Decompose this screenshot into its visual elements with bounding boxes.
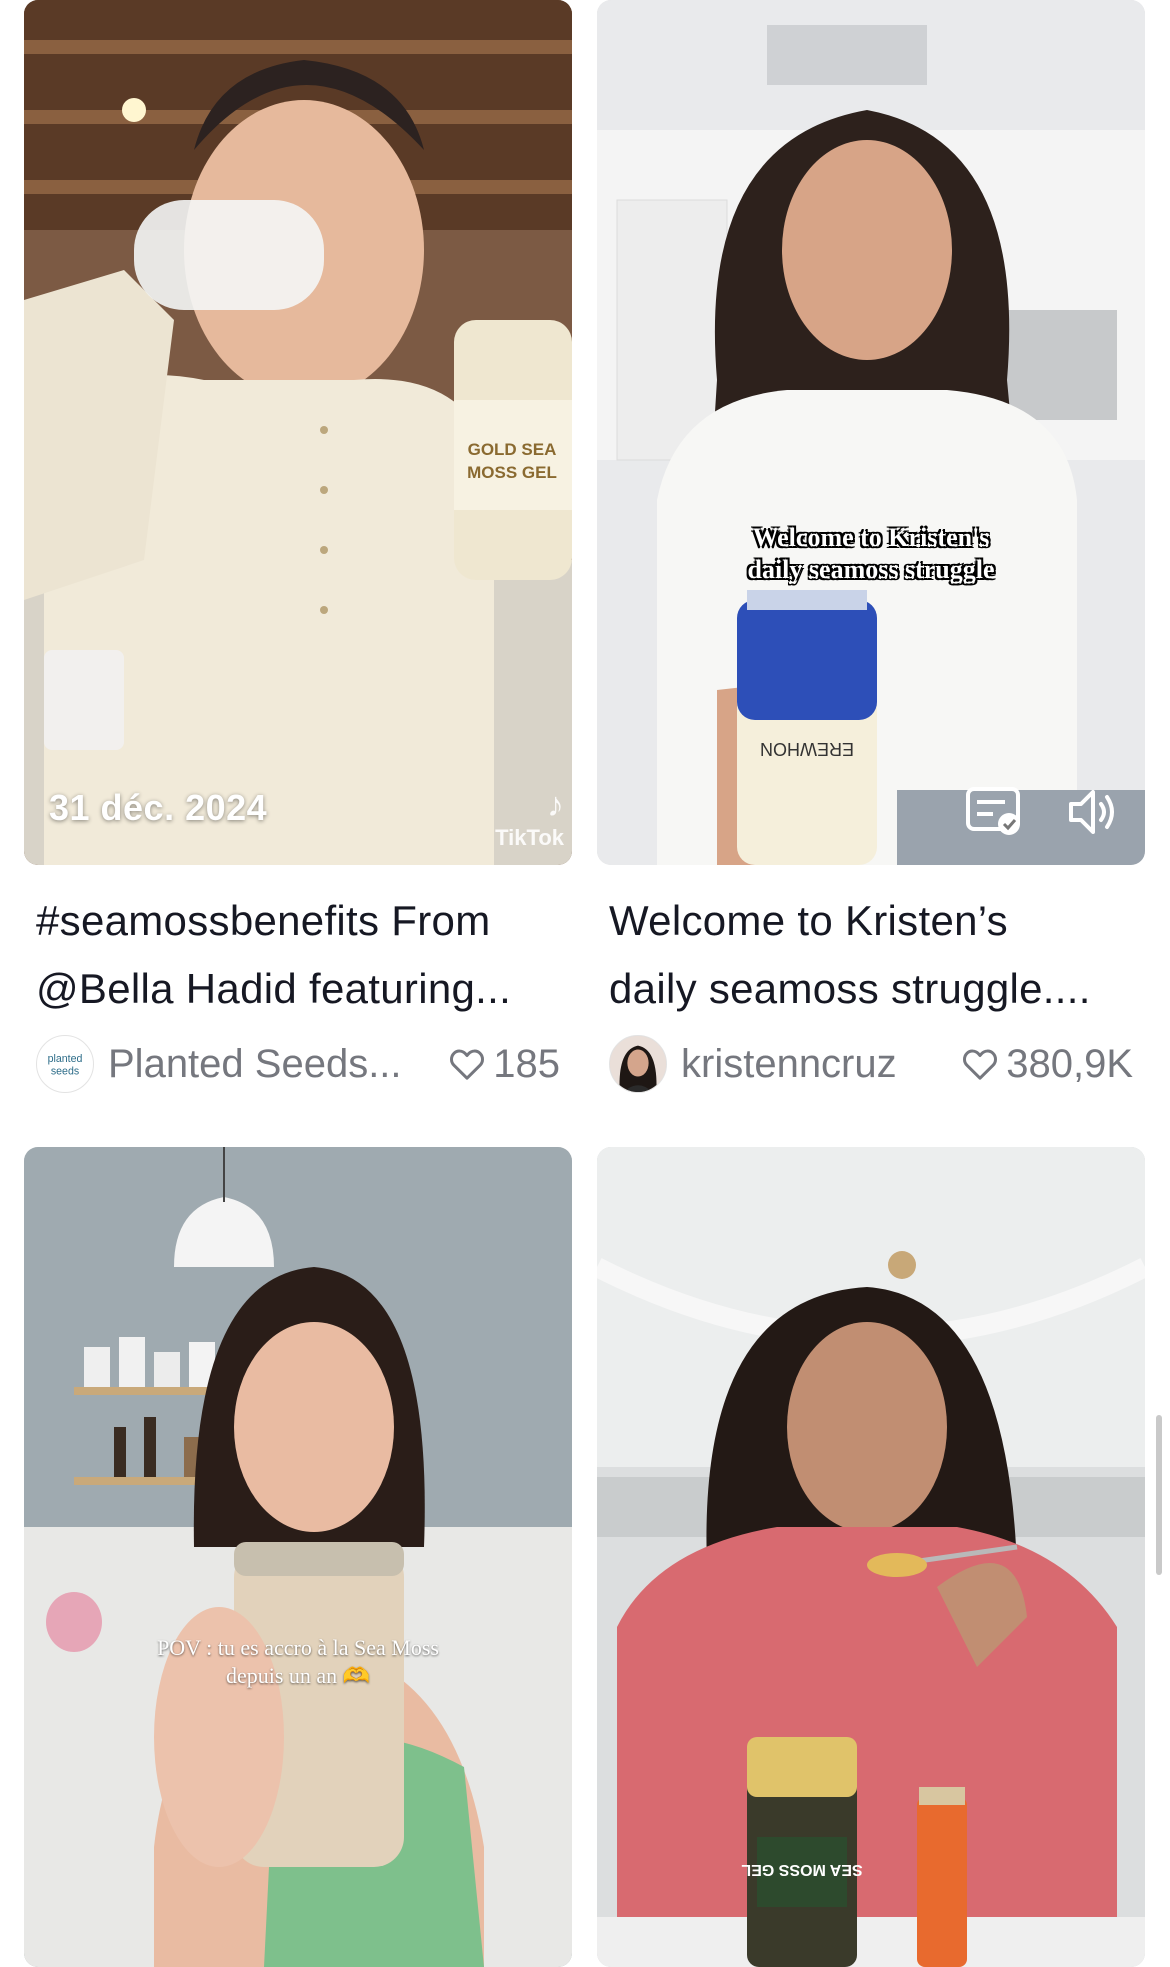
thumbnail-image: EREWHON <box>597 0 1145 865</box>
video-thumbnail[interactable]: EREWHON Welcome to Kristen's daily seamo… <box>597 0 1145 865</box>
svg-text:MOSS GEL: MOSS GEL <box>467 463 557 482</box>
video-title[interactable]: Welcome to Kristen’s daily seamoss strug… <box>609 887 1133 1023</box>
captions-button[interactable] <box>965 786 1025 843</box>
heart-outline-icon <box>450 1049 485 1080</box>
heart-outline-icon <box>963 1049 998 1080</box>
caption-line: daily seamoss struggle <box>747 555 995 584</box>
like-count[interactable]: 185 <box>447 1042 560 1087</box>
video-caption-overlay: Welcome to Kristen's daily seamoss strug… <box>597 522 1145 586</box>
caption-line: depuis un an 🫶 <box>225 1663 371 1688</box>
video-caption-overlay: POV : tu es accro à la Sea Moss depuis u… <box>24 1634 572 1690</box>
video-title[interactable]: #seamossbenefits From @Bella Hadid featu… <box>36 887 560 1023</box>
thumbnail-image <box>24 1147 572 1967</box>
avatar[interactable] <box>609 1035 667 1093</box>
video-thumbnail[interactable]: GOLD SEA MOSS GEL 31 déc. 2024 ♪ TikTok <box>24 0 572 865</box>
video-date-overlay: 31 déc. 2024 <box>49 787 268 828</box>
planted-seeds-logo: planted seeds <box>37 1036 93 1092</box>
svg-text:SEA MOSS GEL: SEA MOSS GEL <box>741 1861 862 1878</box>
tiktok-watermark: ♪ TikTok <box>495 786 564 851</box>
like-count[interactable]: 380,9K <box>960 1042 1133 1087</box>
svg-text:EREWHON: EREWHON <box>760 739 854 759</box>
captions-icon <box>966 787 1020 835</box>
video-meta-row: kristenncruz 380,9K <box>609 1033 1133 1095</box>
caption-line: POV : tu es accro à la Sea Moss <box>157 1635 439 1660</box>
video-title-line: Welcome to Kristen’s <box>609 897 1008 944</box>
video-card[interactable]: EREWHON Welcome to Kristen's daily seamo… <box>597 0 1145 1095</box>
video-card[interactable]: POV : tu es accro à la Sea Moss depuis u… <box>24 1147 572 1967</box>
svg-text:seeds: seeds <box>51 1066 79 1078</box>
caption-line: Welcome to Kristen's <box>752 523 990 552</box>
video-meta-row: planted seeds Planted Seeds... 185 <box>36 1033 560 1095</box>
thumbnail-image: GOLD SEA MOSS GEL <box>24 0 572 865</box>
video-title-line: #seamossbenefits From <box>36 897 491 944</box>
svg-text:planted: planted <box>48 1053 83 1065</box>
author-name[interactable]: kristenncruz <box>681 1042 960 1087</box>
like-count-value: 185 <box>493 1041 560 1086</box>
video-title-line: daily seamoss struggle.... <box>609 965 1091 1012</box>
scrollbar[interactable] <box>1156 1415 1162 1575</box>
svg-text:GOLD SEA: GOLD SEA <box>468 440 557 459</box>
video-thumbnail[interactable]: POV : tu es accro à la Sea Moss depuis u… <box>24 1147 572 1967</box>
author-name[interactable]: Planted Seeds... <box>108 1042 447 1087</box>
like-count-value: 380,9K <box>1006 1041 1133 1086</box>
video-grid: GOLD SEA MOSS GEL 31 déc. 2024 ♪ TikTok … <box>0 0 1170 1967</box>
volume-button[interactable] <box>1065 786 1121 843</box>
user-avatar-image <box>610 1036 666 1092</box>
video-card[interactable]: SEA MOSS GEL <box>597 1147 1145 1967</box>
volume-icon <box>1069 790 1114 834</box>
avatar[interactable]: planted seeds <box>36 1035 94 1093</box>
thumbnail-image: SEA MOSS GEL <box>597 1147 1145 1967</box>
video-thumbnail[interactable]: SEA MOSS GEL <box>597 1147 1145 1967</box>
video-card[interactable]: GOLD SEA MOSS GEL 31 déc. 2024 ♪ TikTok … <box>24 0 572 1095</box>
video-title-line: @Bella Hadid featuring... <box>36 965 512 1012</box>
watermark-text: TikTok <box>495 825 564 850</box>
tiktok-logo-icon: ♪ <box>547 786 564 824</box>
